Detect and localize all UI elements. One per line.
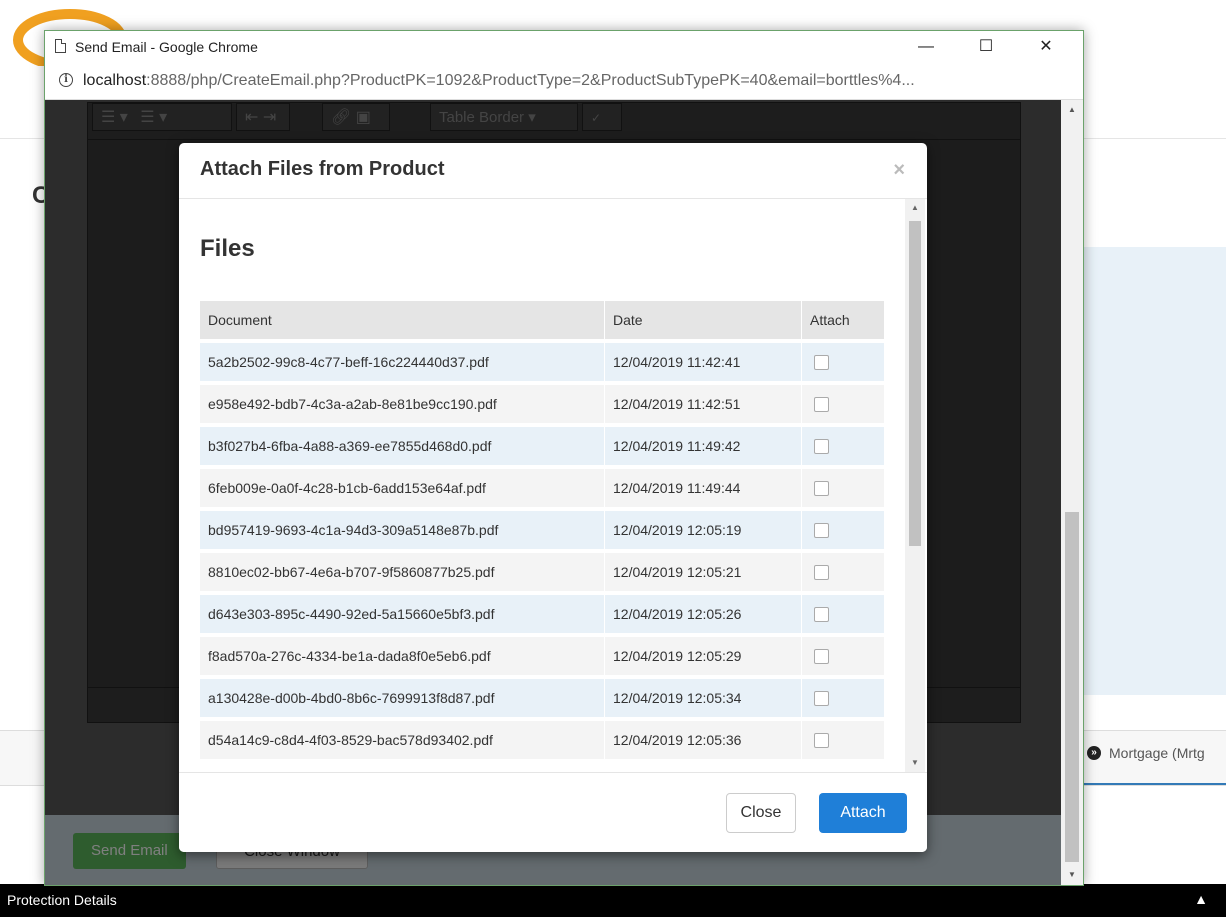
document-icon [55, 39, 66, 53]
table-row: a130428e-d00b-4bd0-8b6c-7699913f8d87.pdf… [200, 679, 885, 717]
attach-checkbox[interactable] [814, 355, 829, 371]
date-cell: 12/04/2019 12:05:36 [605, 721, 802, 759]
attach-cell [802, 469, 885, 507]
modal-footer: Close Attach [179, 772, 927, 852]
url-path: :8888/php/CreateEmail.php?ProductPK=1092… [146, 72, 915, 89]
modal-scrollbar[interactable]: ▲ ▼ [905, 199, 925, 772]
table-row: 6feb009e-0a0f-4c28-b1cb-6add153e64af.pdf… [200, 469, 885, 507]
date-cell: 12/04/2019 11:49:44 [605, 469, 802, 507]
scroll-down-icon[interactable]: ▼ [1061, 865, 1083, 885]
date-cell: 12/04/2019 11:42:51 [605, 385, 802, 423]
modal-title: Attach Files from Product [200, 158, 445, 180]
minimize-button[interactable]: — [911, 35, 941, 59]
date-cell: 12/04/2019 12:05:21 [605, 553, 802, 591]
column-header-document: Document [200, 301, 605, 339]
attach-checkbox[interactable] [814, 481, 829, 497]
attach-cell [802, 637, 885, 675]
table-header-row: Document Date Attach [200, 301, 885, 339]
window-scrollbar[interactable]: ▲ ▼ [1061, 100, 1083, 885]
document-cell: d643e303-895c-4490-92ed-5a15660e5bf3.pdf [200, 595, 605, 633]
modal-body[interactable]: Files Document Date Attach 5a2b2502-99c8… [179, 199, 927, 772]
attach-cell [802, 427, 885, 465]
window-close-button[interactable]: ✕ [1031, 35, 1061, 59]
document-cell: d54a14c9-c8d4-4f03-8529-bac578d93402.pdf [200, 721, 605, 759]
attach-checkbox[interactable] [814, 397, 829, 413]
modal-header: Attach Files from Product × [179, 143, 927, 199]
attach-checkbox[interactable] [814, 565, 829, 581]
table-row: d54a14c9-c8d4-4f03-8529-bac578d93402.pdf… [200, 721, 885, 759]
attach-checkbox[interactable] [814, 523, 829, 539]
address-bar[interactable]: i localhost:8888/php/CreateEmail.php?Pro… [45, 63, 1083, 100]
scroll-up-icon[interactable]: ▲ [1061, 100, 1083, 120]
window-title: Send Email - Google Chrome [75, 39, 258, 55]
background-panel [1083, 247, 1226, 695]
document-cell: e958e492-bdb7-4c3a-a2ab-8e81be9cc190.pdf [200, 385, 605, 423]
date-cell: 12/04/2019 11:42:41 [605, 343, 802, 381]
url-host: localhost [83, 72, 147, 89]
attach-cell [802, 343, 885, 381]
info-icon[interactable]: i [59, 73, 73, 87]
files-heading: Files [200, 235, 255, 262]
date-cell: 12/04/2019 12:05:19 [605, 511, 802, 549]
date-cell: 12/04/2019 12:05:34 [605, 679, 802, 717]
column-header-attach: Attach [802, 301, 885, 339]
document-cell: 5a2b2502-99c8-4c77-beff-16c224440d37.pdf [200, 343, 605, 381]
document-cell: a130428e-d00b-4bd0-8b6c-7699913f8d87.pdf [200, 679, 605, 717]
document-cell: f8ad570a-276c-4334-be1a-dada8f0e5eb6.pdf [200, 637, 605, 675]
attach-checkbox[interactable] [814, 733, 829, 749]
tab-mortgage[interactable]: » Mortgage (Mrtg [1087, 745, 1205, 761]
date-cell: 12/04/2019 11:49:42 [605, 427, 802, 465]
attach-checkbox[interactable] [814, 607, 829, 623]
attach-cell [802, 595, 885, 633]
table-row: bd957419-9693-4c1a-94d3-309a5148e87b.pdf… [200, 511, 885, 549]
attach-cell [802, 553, 885, 591]
attach-cell [802, 385, 885, 423]
document-cell: 6feb009e-0a0f-4c28-b1cb-6add153e64af.pdf [200, 469, 605, 507]
chevron-up-icon[interactable]: ▲ [1194, 891, 1208, 907]
url-text[interactable]: localhost:8888/php/CreateEmail.php?Produ… [83, 72, 915, 90]
window-titlebar[interactable]: Send Email - Google Chrome — ☐ ✕ [45, 31, 1083, 63]
table-row: 8810ec02-bb67-4e6a-b707-9f5860877b25.pdf… [200, 553, 885, 591]
tab-mortgage-label: Mortgage (Mrtg [1109, 745, 1205, 761]
chevron-right-circle-icon: » [1087, 746, 1101, 760]
protection-details-bar[interactable]: Protection Details ▲ [0, 884, 1226, 917]
modal-scroll-up-icon[interactable]: ▲ [905, 199, 925, 217]
files-table: Document Date Attach 5a2b2502-99c8-4c77-… [200, 297, 885, 763]
document-cell: 8810ec02-bb67-4e6a-b707-9f5860877b25.pdf [200, 553, 605, 591]
modal-scroll-thumb[interactable] [909, 221, 921, 546]
table-row: e958e492-bdb7-4c3a-a2ab-8e81be9cc190.pdf… [200, 385, 885, 423]
modal-close-icon[interactable]: × [893, 160, 905, 180]
table-row: f8ad570a-276c-4334-be1a-dada8f0e5eb6.pdf… [200, 637, 885, 675]
attach-checkbox[interactable] [814, 649, 829, 665]
files-table-body: 5a2b2502-99c8-4c77-beff-16c224440d37.pdf… [200, 343, 885, 759]
column-header-date: Date [605, 301, 802, 339]
modal-scroll-down-icon[interactable]: ▼ [905, 754, 925, 772]
date-cell: 12/04/2019 12:05:26 [605, 595, 802, 633]
document-cell: b3f027b4-6fba-4a88-a369-ee7855d468d0.pdf [200, 427, 605, 465]
attach-cell [802, 679, 885, 717]
window-scroll-thumb[interactable] [1065, 512, 1079, 862]
table-row: 5a2b2502-99c8-4c77-beff-16c224440d37.pdf… [200, 343, 885, 381]
table-row: b3f027b4-6fba-4a88-a369-ee7855d468d0.pdf… [200, 427, 885, 465]
protection-details-label: Protection Details [7, 892, 117, 908]
table-row: d643e303-895c-4490-92ed-5a15660e5bf3.pdf… [200, 595, 885, 633]
maximize-button[interactable]: ☐ [971, 35, 1001, 59]
attach-cell [802, 511, 885, 549]
close-button[interactable]: Close [726, 793, 796, 833]
date-cell: 12/04/2019 12:05:29 [605, 637, 802, 675]
active-tab-underline [1083, 783, 1226, 785]
document-cell: bd957419-9693-4c1a-94d3-309a5148e87b.pdf [200, 511, 605, 549]
attach-checkbox[interactable] [814, 439, 829, 455]
attach-checkbox[interactable] [814, 691, 829, 707]
attach-cell [802, 721, 885, 759]
attach-button[interactable]: Attach [819, 793, 907, 833]
attach-files-modal: Attach Files from Product × Files Docume… [179, 143, 927, 852]
